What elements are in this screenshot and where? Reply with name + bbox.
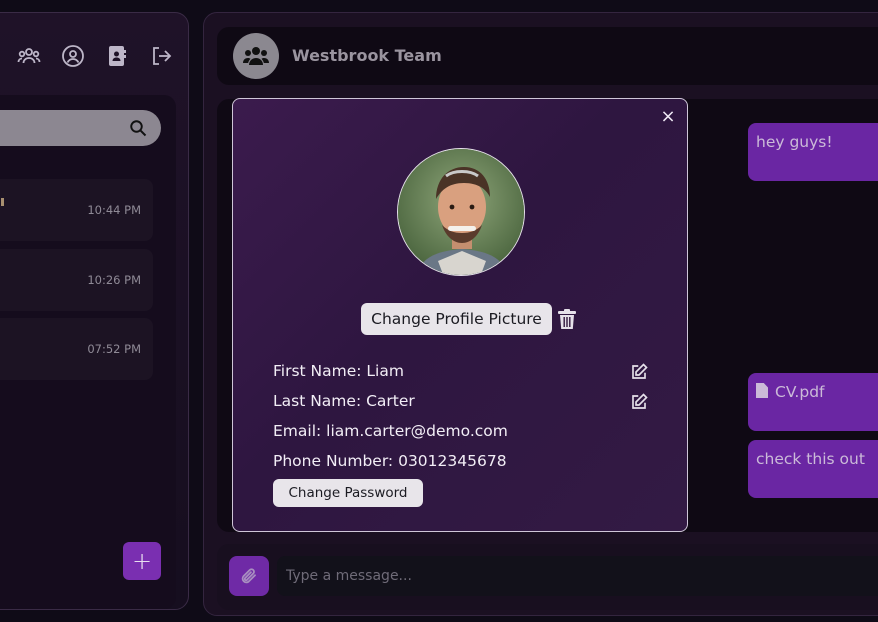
sidebar: 10:44 PM 10:26 PM 07:52 PM + [0, 12, 189, 610]
email-field: Email: liam.carter@demo.com [273, 422, 508, 440]
message-text: hey guys! [756, 133, 833, 151]
close-icon[interactable]: × [660, 108, 676, 126]
attach-button[interactable] [229, 556, 269, 596]
edit-icon[interactable] [630, 393, 648, 411]
change-profile-picture-button[interactable]: Change Profile Picture [361, 303, 552, 335]
search-icon[interactable] [129, 119, 147, 137]
chat-list: 10:44 PM 10:26 PM 07:52 PM [0, 95, 176, 609]
edit-icon[interactable] [630, 363, 648, 381]
chat-header: Westbrook Team [217, 27, 878, 85]
file-icon [756, 383, 768, 398]
last-name-field: Last Name: Carter [273, 392, 415, 410]
file-message-bubble[interactable]: CV.pdf [748, 373, 878, 431]
contact-book-icon[interactable] [104, 43, 130, 69]
logout-icon[interactable] [148, 43, 174, 69]
new-chat-button[interactable]: + [123, 542, 161, 580]
group-avatar[interactable] [233, 33, 279, 79]
users-group-icon[interactable] [16, 43, 42, 69]
sidebar-toolbar [16, 43, 174, 69]
phone-field: Phone Number: 03012345678 [273, 452, 507, 470]
file-name: CV.pdf [775, 383, 825, 401]
message-bubble: hey guys! [748, 123, 878, 181]
paperclip-icon [241, 568, 256, 584]
search-bar[interactable] [0, 110, 161, 146]
trash-icon[interactable] [558, 309, 576, 330]
chat-time: 07:52 PM [87, 342, 141, 356]
chat-list-item[interactable]: 07:52 PM [0, 318, 153, 380]
message-text: check this out [756, 450, 865, 468]
message-bubble: check this out [748, 440, 878, 498]
chat-list-item[interactable]: 10:26 PM [0, 249, 153, 311]
user-circle-icon[interactable] [60, 43, 86, 69]
chat-time: 10:26 PM [87, 273, 141, 287]
change-password-button[interactable]: Change Password [273, 479, 423, 507]
profile-picture [397, 148, 525, 276]
users-group-icon [243, 47, 269, 65]
chat-time: 10:44 PM [87, 203, 141, 217]
chat-list-item[interactable]: 10:44 PM [0, 179, 153, 241]
chat-title: Westbrook Team [292, 46, 442, 65]
first-name-field: First Name: Liam [273, 362, 404, 380]
message-input[interactable] [277, 556, 878, 596]
unread-dot [1, 198, 4, 206]
profile-modal: × Change Profile Picture First Name: Lia… [232, 98, 688, 532]
message-composer [217, 544, 878, 610]
